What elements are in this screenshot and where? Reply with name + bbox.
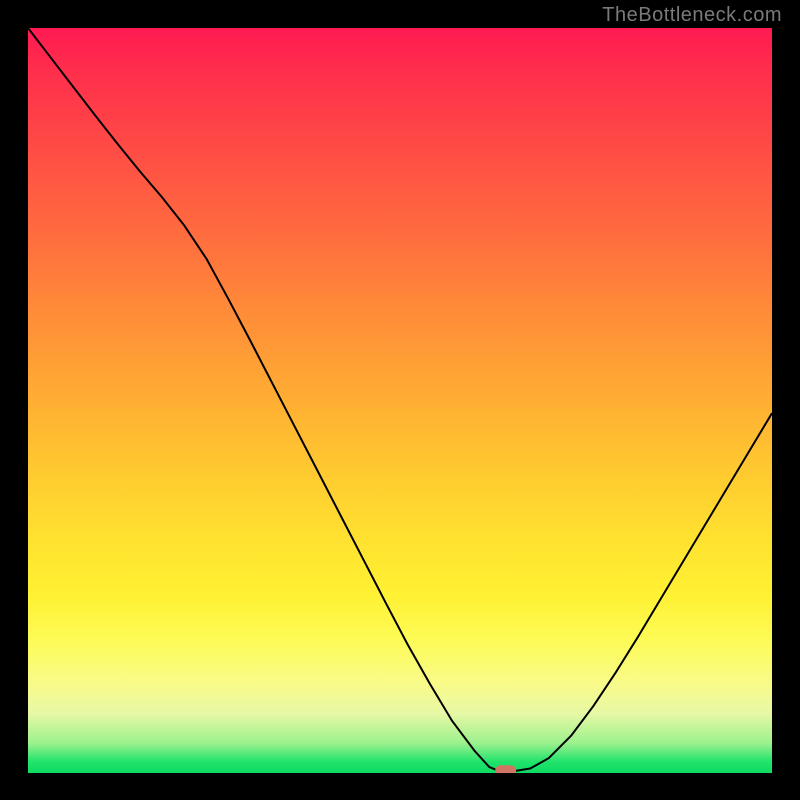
plot-area	[28, 28, 772, 773]
chart-container: TheBottleneck.com	[0, 0, 800, 800]
bottleneck-curve-line	[28, 28, 772, 772]
watermark-text: TheBottleneck.com	[602, 4, 782, 27]
optimal-point-marker	[495, 765, 516, 773]
bottleneck-curve-plot	[28, 28, 772, 773]
